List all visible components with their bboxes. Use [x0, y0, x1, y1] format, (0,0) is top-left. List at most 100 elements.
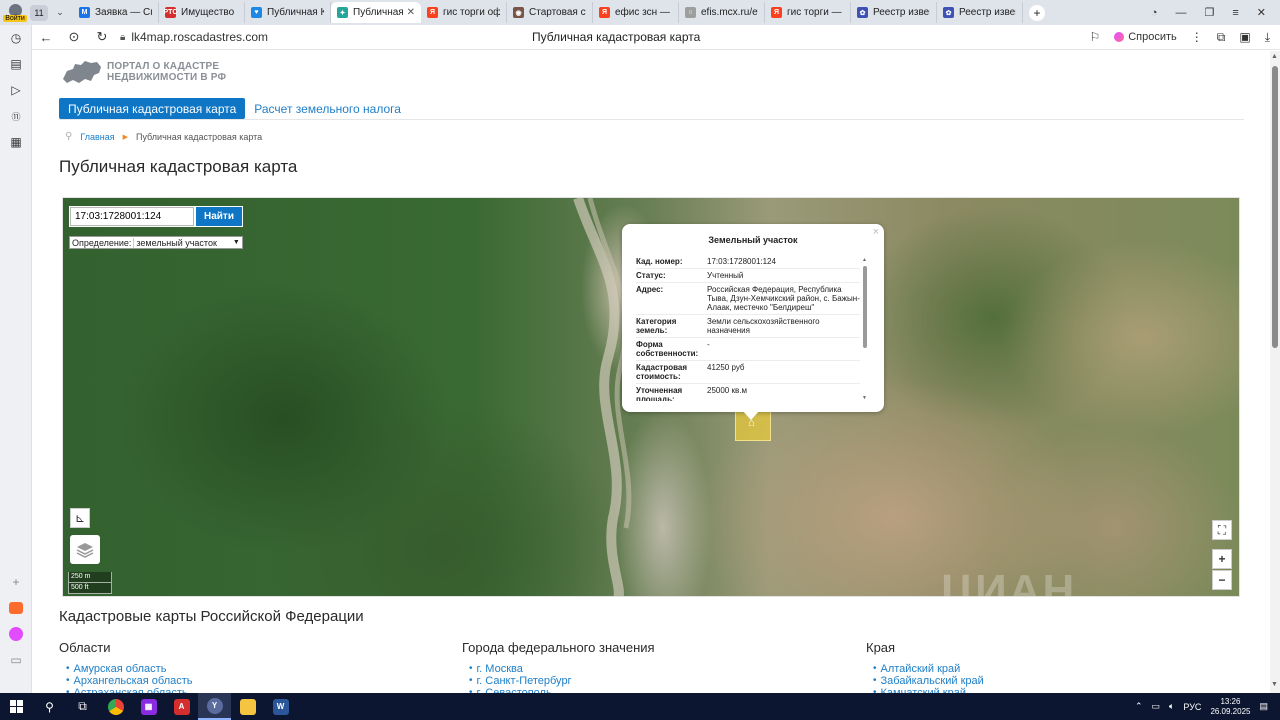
calculator-app-icon[interactable]: ▦ — [132, 693, 165, 720]
tab-list-chevron-icon[interactable]: ⌄ — [51, 5, 69, 21]
cadastral-number-input[interactable] — [70, 207, 194, 226]
restore-window-icon[interactable]: ❐ — [1204, 6, 1214, 19]
measure-tool-icon[interactable]: ⊾ — [70, 508, 90, 528]
add-panel-icon[interactable]: + — [0, 569, 32, 595]
alice-icon[interactable] — [0, 621, 32, 647]
reload-icon[interactable]: ↻ — [88, 29, 116, 45]
profile-button[interactable]: Войти — [0, 0, 30, 25]
bookmark-icon[interactable]: ⚐ — [1089, 30, 1100, 44]
region-link[interactable]: г. Санкт-Петербург — [469, 675, 655, 687]
tab-title: efis.mcx.ru/efi — [701, 7, 758, 18]
new-tab-plus-icon[interactable]: + — [1029, 4, 1045, 21]
browser-tab[interactable]: РТС Имущество — [159, 2, 245, 23]
network-icon[interactable]: ▭ — [1151, 701, 1160, 712]
tab-count-icon[interactable]: ⑪ — [0, 103, 32, 129]
find-button[interactable]: Найти — [196, 207, 242, 226]
browser-tab[interactable]: ✦ Публичная ✕ — [331, 2, 421, 23]
chevron-up-icon[interactable]: ⌃ — [1135, 701, 1143, 712]
info-row: Уточненная площадь: 25000 кв.м — [636, 384, 860, 401]
region-link[interactable]: Архангельская область — [66, 675, 193, 687]
ask-button[interactable]: Спросить — [1114, 31, 1177, 43]
url-field[interactable]: 🔒︎ lk4map.roscadastres.com — [120, 30, 268, 44]
screenshot-icon[interactable]: ▦ — [0, 129, 32, 155]
info-value: - — [707, 340, 710, 349]
more-vertical-icon[interactable]: ⋮ — [1191, 30, 1203, 44]
browser-tab[interactable]: Яефис зсн — Ян — [593, 2, 679, 23]
popup-pointer — [742, 410, 760, 420]
info-row: Кадастровая стоимость: 41250 руб — [636, 361, 860, 384]
close-tab-icon[interactable]: ✕ — [407, 7, 415, 18]
windows-taskbar: ⚲ ⧉ ▦ A Y W ⌃ ▭ 🔈︎ РУС 13:26 26.09.2025 … — [0, 693, 1280, 720]
search-icon[interactable]: ⚲ — [33, 693, 66, 720]
browser-tab[interactable]: ✿ Реестр извещ — [937, 2, 1023, 23]
notifications-icon[interactable]: ▤ — [1259, 701, 1268, 712]
info-key: Адрес: — [636, 285, 664, 294]
page-scroll-thumb[interactable] — [1272, 66, 1278, 348]
region-link[interactable]: Амурская область — [66, 663, 193, 675]
collections-icon[interactable]: ▣ — [1239, 30, 1250, 44]
history-icon[interactable]: ◷ — [0, 25, 32, 51]
browser-tab[interactable]: ♥ Публичная Ка — [245, 2, 331, 23]
word-app-icon[interactable]: W — [264, 693, 297, 720]
browser-tab[interactable]: Ягис торги офи — [421, 2, 507, 23]
pdf-app-icon[interactable]: A — [165, 693, 198, 720]
page-heading: Публичная кадастровая карта — [59, 157, 298, 176]
info-value: 41250 руб — [707, 363, 745, 372]
zoom-out-button[interactable]: − — [1212, 570, 1232, 590]
breadcrumb-home[interactable]: Главная — [80, 132, 114, 142]
browser-tab[interactable]: ○ efis.mcx.ru/efi — [679, 2, 765, 23]
scroll-down-icon[interactable]: ▼ — [1271, 681, 1278, 688]
yandex-y-icon[interactable]: ⊙ — [60, 29, 88, 45]
extensions-icon[interactable]: ⧉ — [1217, 30, 1226, 45]
map-scale: 250 m 500 ft — [68, 572, 112, 594]
tab-count-badge[interactable]: 11 — [30, 4, 48, 21]
popup-scrollbar[interactable]: ▲ ▼ — [862, 257, 868, 401]
windows-start-icon[interactable] — [0, 693, 33, 720]
cadastral-map[interactable]: Найти Определение: земельный участок ▼ ⌂… — [62, 197, 1240, 597]
settings-sidebar-icon[interactable]: ▭ — [0, 647, 32, 673]
file-explorer-app-icon[interactable] — [231, 693, 264, 720]
yandex-browser-app-icon[interactable]: Y — [198, 693, 231, 720]
minimize-window-icon[interactable]: — — [1175, 7, 1186, 19]
chrome-app-icon[interactable] — [99, 693, 132, 720]
scroll-up-icon[interactable]: ▲ — [1271, 53, 1278, 60]
browser-tab[interactable]: ◉ Стартовая стр — [507, 2, 593, 23]
language-indicator[interactable]: РУС — [1183, 702, 1201, 712]
scroll-down-icon[interactable]: ▼ — [862, 395, 867, 401]
popup-scroll-thumb[interactable] — [863, 266, 867, 348]
info-row: Адрес: Российская Федерация, Республика Т… — [636, 283, 860, 315]
download-icon[interactable]: ⤓ — [1265, 30, 1270, 45]
browser-tab[interactable]: ✿ Реестр извеще — [851, 2, 937, 23]
info-key: Категория земель: — [636, 317, 677, 335]
nav-land-tax[interactable]: Расчет земельного налога — [254, 102, 401, 116]
region-link[interactable]: Алтайский край — [873, 663, 984, 675]
browser-tab-bar: Войти 11 ⌄ M Заявка — Спи РТСИмущество ♥ Пуб… — [0, 0, 1280, 25]
url-text: lk4map.roscadastres.com — [131, 30, 269, 44]
info-key: Статус: — [636, 271, 666, 280]
layers-button[interactable] — [70, 535, 100, 564]
browser-tab[interactable]: M Заявка — Спи — [73, 2, 159, 23]
region-link[interactable]: Забайкальский край — [873, 675, 984, 687]
definition-select[interactable]: Определение: земельный участок ▼ — [69, 236, 243, 249]
scroll-up-icon[interactable]: ▲ — [862, 257, 867, 263]
video-play-icon[interactable]: ▷ — [0, 77, 32, 103]
menu-icon[interactable]: ≡ — [1232, 7, 1238, 19]
back-arrow-icon[interactable]: ← — [32, 30, 60, 45]
site-logo[interactable]: ПОРТАЛ О КАДАСТРЕ НЕДВИЖИМОСТИ В РФ — [61, 59, 226, 85]
region-column-title: Области — [59, 640, 111, 655]
page-scrollbar[interactable]: ▲ ▼ — [1270, 51, 1280, 693]
task-view-icon[interactable]: ⧉ — [66, 693, 99, 720]
zoom-in-button[interactable]: + — [1212, 549, 1232, 569]
bookmarks-icon[interactable]: ◔ — [1151, 7, 1158, 19]
ask-label: Спросить — [1128, 31, 1177, 43]
volume-icon[interactable]: 🔈︎ — [1169, 701, 1174, 712]
mail-app-icon[interactable] — [0, 595, 32, 621]
region-link[interactable]: г. Москва — [469, 663, 655, 675]
browser-tab[interactable]: Ягис торги — Ян — [765, 2, 851, 23]
region-column: Области Амурская областьАрхангельская обл… — [59, 640, 193, 693]
nav-public-map[interactable]: Публичная кадастровая карта — [59, 98, 246, 119]
notes-icon[interactable]: ▤ — [0, 51, 32, 77]
fullscreen-icon[interactable]: ⛶ — [1212, 520, 1232, 540]
clock[interactable]: 13:26 26.09.2025 — [1210, 697, 1250, 717]
close-window-icon[interactable]: ✕ — [1257, 6, 1266, 19]
